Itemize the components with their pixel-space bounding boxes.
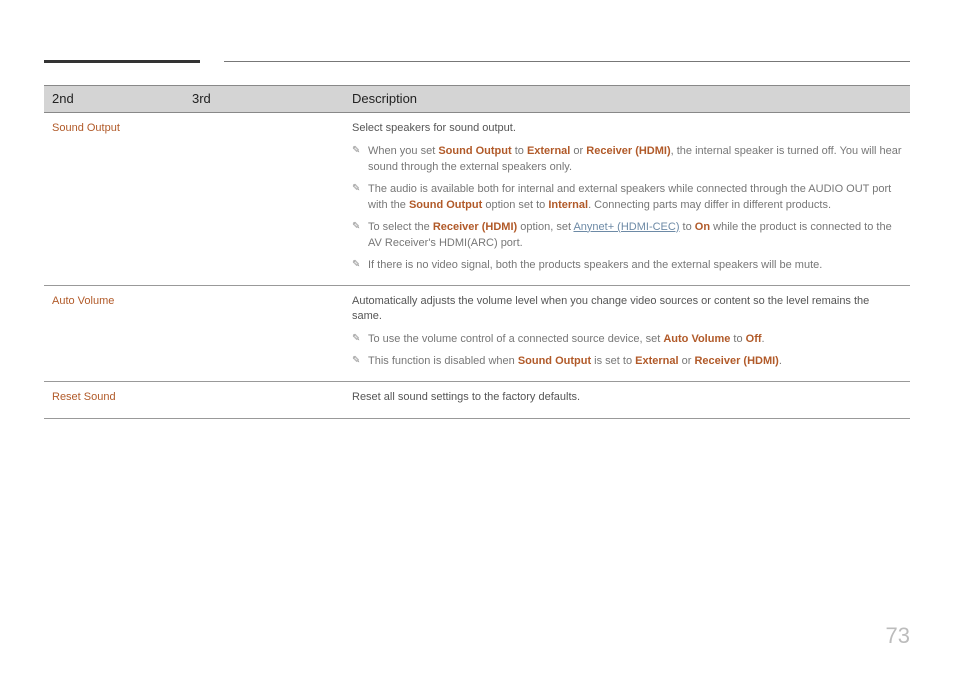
highlight-text: Off [746, 333, 762, 345]
table-row: Auto Volume Automatically adjusts the vol… [44, 285, 910, 382]
inline-link: Anynet+ (HDMI-CEC) [573, 221, 679, 233]
col-header-2nd: 2nd [44, 86, 184, 113]
note-text: to [730, 333, 745, 345]
note-text: or [570, 145, 586, 157]
note-text: To use the volume control of a connected… [368, 333, 663, 345]
description-cell: Reset all sound settings to the factory … [344, 382, 910, 419]
description-text: Automatically adjusts the volume level w… [352, 294, 902, 326]
note-item: The audio is available both for internal… [352, 179, 902, 217]
note-text: If there is no video signal, both the pr… [368, 259, 822, 271]
note-text: This function is disabled when [368, 355, 518, 367]
menu-item: Sound Output [44, 113, 184, 286]
submenu-cell [184, 285, 344, 382]
divider-thin [224, 61, 910, 62]
note-text: is set to [591, 355, 635, 367]
description-text: Select speakers for sound output. [352, 121, 902, 137]
divider-thick [44, 60, 200, 63]
note-text: option set to [482, 199, 548, 211]
note-text: . Connecting parts may differ in differe… [588, 199, 831, 211]
highlight-text: Sound Output [409, 199, 482, 211]
highlight-text: Internal [548, 199, 588, 211]
note-list: When you set Sound Output to External or… [352, 141, 902, 277]
note-text: . [762, 333, 765, 345]
highlight-text: Receiver (HDMI) [433, 221, 517, 233]
highlight-text: Receiver (HDMI) [694, 355, 778, 367]
highlight-text: External [527, 145, 570, 157]
note-text: to [512, 145, 527, 157]
description-cell: Automatically adjusts the volume level w… [344, 285, 910, 382]
note-item: When you set Sound Output to External or… [352, 141, 902, 179]
page-number: 73 [886, 623, 910, 649]
note-item: To select the Receiver (HDMI) option, se… [352, 217, 902, 255]
note-item: To use the volume control of a connected… [352, 329, 902, 351]
note-item: If there is no video signal, both the pr… [352, 255, 902, 277]
highlight-text: Receiver (HDMI) [586, 145, 670, 157]
submenu-cell [184, 113, 344, 286]
highlight-text: Sound Output [518, 355, 591, 367]
description-text: Reset all sound settings to the factory … [352, 390, 902, 406]
note-list: To use the volume control of a connected… [352, 329, 902, 373]
note-text: To select the [368, 221, 433, 233]
note-text: option, set [517, 221, 573, 233]
table-row: Reset Sound Reset all sound settings to t… [44, 382, 910, 419]
note-text: When you set [368, 145, 438, 157]
highlight-text: External [635, 355, 678, 367]
note-text: . [779, 355, 782, 367]
table-header-row: 2nd 3rd Description [44, 86, 910, 113]
menu-item: Auto Volume [44, 285, 184, 382]
note-text: or [679, 355, 695, 367]
highlight-text: Auto Volume [663, 333, 730, 345]
description-cell: Select speakers for sound output. When yo… [344, 113, 910, 286]
col-header-description: Description [344, 86, 910, 113]
highlight-text: Sound Output [438, 145, 511, 157]
note-item: This function is disabled when Sound Out… [352, 351, 902, 373]
header-divider [44, 60, 910, 63]
table-row: Sound OutputSelect speakers for sound ou… [44, 113, 910, 286]
settings-table: 2nd 3rd Description Sound OutputSelect s… [44, 85, 910, 419]
note-text: to [680, 221, 695, 233]
menu-item: Reset Sound [44, 382, 184, 419]
highlight-text: On [695, 221, 710, 233]
submenu-cell [184, 382, 344, 419]
col-header-3rd: 3rd [184, 86, 344, 113]
